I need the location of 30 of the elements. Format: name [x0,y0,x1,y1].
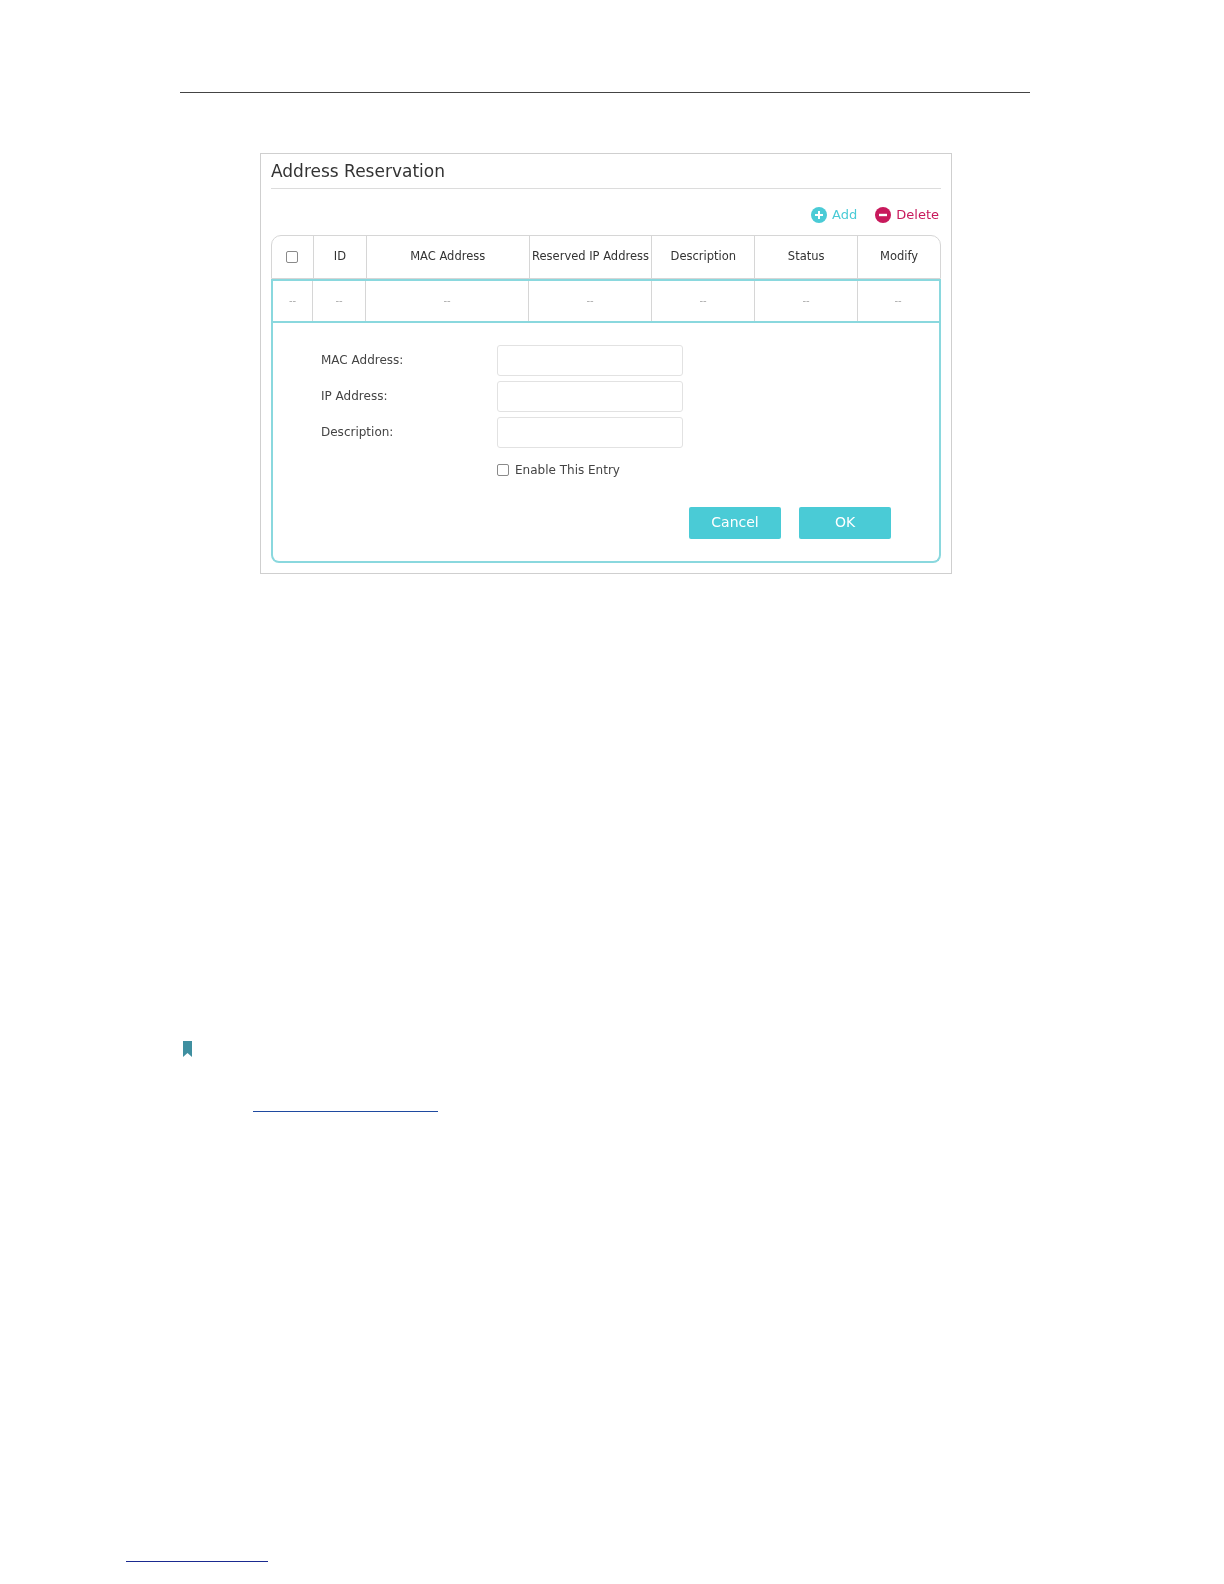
text-field[interactable] [497,416,683,448]
delete-button[interactable]: Delete [875,205,939,225]
select-all-checkbox[interactable] [286,250,299,263]
table-cell: -- [755,280,858,321]
field-label: IP Address: [321,388,389,405]
panel-title: Address Reservation [271,160,446,183]
table-cell: -- [273,280,313,321]
field-label: MAC Address: [321,352,405,369]
dialog-button[interactable]: Cancel [689,506,781,539]
text-field[interactable] [497,344,683,376]
table-cell: -- [652,280,755,321]
column-header: MAC Address [366,235,530,278]
dialog-button[interactable]: OK [799,506,891,539]
table-cell-text: -- [893,294,903,308]
checkbox-label: Enable This Entry [515,461,620,479]
table-cell: -- [366,280,529,321]
add-button[interactable]: Add [811,205,858,225]
column-header: Description [652,235,756,278]
column-header: Status [755,235,859,278]
table-cell: -- [529,280,652,321]
column-header: Reserved IP Address [529,235,653,278]
bookmark-icon [183,1040,192,1057]
minus-icon [875,206,892,223]
text-field[interactable] [497,380,683,412]
column-header: Modify [879,247,920,265]
column-header: ID [313,235,367,278]
enable-checkbox[interactable] [497,463,509,476]
field-label: Description: [321,424,395,441]
table-cell: -- [313,280,366,321]
plus-icon [811,206,828,223]
